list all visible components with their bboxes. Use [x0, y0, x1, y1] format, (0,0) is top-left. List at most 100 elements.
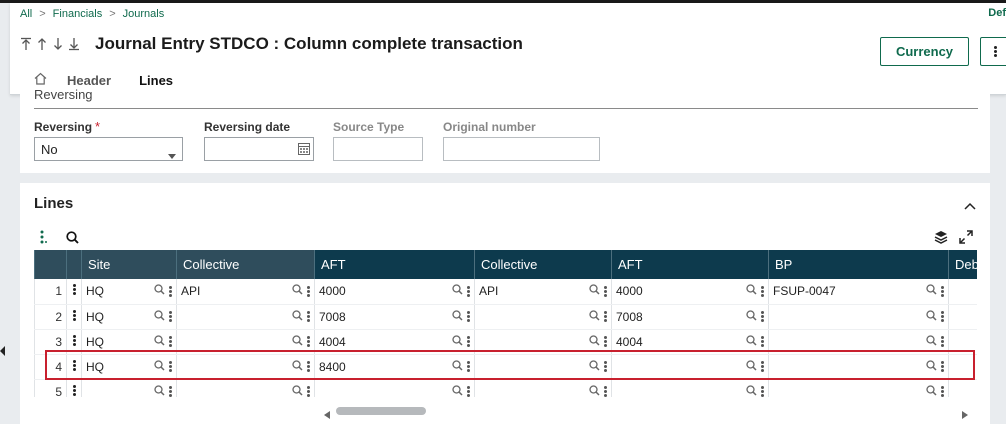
cell-collective[interactable] — [474, 354, 612, 380]
kebab-menu-icon[interactable] — [761, 310, 764, 323]
cell-debit[interactable] — [948, 304, 977, 330]
reversing-date-input[interactable] — [204, 137, 314, 161]
expand-icon[interactable] — [959, 230, 973, 247]
search-icon[interactable] — [746, 334, 757, 349]
scrollbar-thumb[interactable] — [336, 407, 426, 415]
search-icon[interactable] — [452, 334, 463, 349]
kebab-menu-icon[interactable] — [467, 335, 470, 348]
cell-aft[interactable] — [611, 379, 769, 398]
cell-aft[interactable] — [314, 379, 475, 397]
cell-debit[interactable] — [948, 354, 977, 380]
search-icon[interactable] — [452, 309, 463, 324]
source-type-input[interactable] — [333, 137, 423, 161]
row-menu-button[interactable] — [66, 329, 82, 355]
search-icon[interactable] — [292, 384, 303, 398]
row-menu-button[interactable] — [66, 304, 82, 330]
search-icon[interactable] — [589, 284, 600, 298]
cell-aft[interactable]: 8400 — [314, 354, 475, 380]
column-header-site[interactable]: Site — [81, 250, 177, 279]
kebab-menu-icon[interactable] — [467, 385, 470, 397]
cell-aft[interactable]: 4000 — [611, 279, 769, 305]
search-icon[interactable] — [589, 384, 600, 398]
search-icon[interactable] — [452, 359, 463, 374]
cell-collective[interactable] — [176, 379, 315, 398]
kebab-menu-icon[interactable] — [307, 360, 310, 373]
kebab-menu-icon[interactable] — [761, 360, 764, 373]
kebab-menu-icon[interactable] — [307, 285, 310, 298]
cell-collective[interactable] — [176, 304, 315, 330]
scroll-left-icon[interactable] — [324, 407, 330, 422]
cell-site[interactable] — [81, 379, 177, 398]
original-number-input[interactable] — [443, 137, 600, 161]
cell-bp[interactable]: FSUP-0047 — [768, 279, 949, 305]
cell-collective[interactable]: API — [474, 279, 612, 305]
last-icon[interactable] — [68, 37, 80, 51]
cell-debit[interactable] — [948, 329, 977, 355]
search-icon[interactable] — [154, 284, 165, 298]
cell-collective[interactable] — [176, 354, 315, 380]
row-menu-button[interactable] — [66, 279, 82, 305]
search-icon[interactable] — [154, 334, 165, 349]
kebab-menu-icon[interactable] — [467, 360, 470, 373]
cell-aft[interactable]: 4004 — [611, 329, 769, 355]
kebab-menu-icon[interactable] — [761, 335, 764, 348]
kebab-menu-icon[interactable] — [169, 360, 172, 373]
kebab-menu-icon[interactable] — [941, 285, 944, 298]
search-icon[interactable] — [926, 334, 937, 349]
cell-site[interactable]: HQ — [81, 304, 177, 330]
kebab-menu-icon[interactable] — [169, 310, 172, 323]
table-row[interactable]: 5 — [34, 379, 977, 398]
panel-toggle-icon[interactable] — [0, 344, 5, 359]
scroll-right-icon[interactable] — [962, 407, 968, 422]
cell-bp[interactable] — [768, 329, 949, 355]
calendar-icon[interactable] — [298, 142, 310, 158]
search-icon[interactable] — [746, 384, 757, 398]
horizontal-scrollbar[interactable] — [324, 405, 974, 419]
cell-site[interactable]: HQ — [81, 329, 177, 355]
cell-aft[interactable]: 7008 — [314, 304, 475, 330]
kebab-menu-icon[interactable] — [307, 310, 310, 323]
grid-actions-menu[interactable] — [40, 230, 48, 247]
search-icon[interactable] — [746, 284, 757, 298]
kebab-menu-icon[interactable] — [604, 335, 607, 348]
kebab-menu-icon[interactable] — [169, 385, 172, 397]
kebab-menu-icon[interactable] — [604, 360, 607, 373]
cell-collective[interactable]: API — [176, 279, 315, 305]
home-icon[interactable] — [34, 72, 47, 88]
kebab-menu-icon[interactable] — [307, 385, 310, 397]
kebab-menu-icon[interactable] — [941, 385, 944, 397]
kebab-menu-icon[interactable] — [169, 285, 172, 298]
more-actions-button[interactable] — [980, 37, 1006, 66]
cell-collective[interactable] — [474, 329, 612, 355]
tab-header[interactable]: Header — [67, 73, 111, 88]
next-icon[interactable] — [52, 37, 64, 51]
kebab-menu-icon[interactable] — [761, 285, 764, 298]
search-icon[interactable] — [746, 309, 757, 324]
search-icon[interactable] — [292, 309, 303, 324]
cell-bp[interactable] — [768, 354, 949, 380]
table-row[interactable]: 4 HQ 8400 — [34, 354, 977, 380]
row-menu-button[interactable] — [66, 354, 82, 380]
cell-aft[interactable]: 4004 — [314, 329, 475, 355]
cell-bp[interactable] — [768, 304, 949, 330]
cell-collective[interactable] — [474, 304, 612, 330]
search-icon[interactable] — [926, 359, 937, 374]
breadcrumb-all[interactable]: All — [20, 8, 32, 20]
search-icon[interactable] — [66, 231, 79, 247]
cell-aft[interactable]: 4000 — [314, 279, 475, 305]
search-icon[interactable] — [926, 309, 937, 324]
column-header-bp[interactable]: BP — [768, 250, 949, 279]
cell-debit[interactable] — [948, 279, 977, 305]
kebab-menu-icon[interactable] — [169, 335, 172, 348]
cell-site[interactable]: HQ — [81, 279, 177, 305]
cell-aft[interactable] — [611, 354, 769, 380]
reversing-select[interactable]: No — [34, 137, 183, 161]
first-icon[interactable] — [20, 37, 32, 51]
kebab-menu-icon[interactable] — [604, 310, 607, 323]
search-icon[interactable] — [292, 334, 303, 349]
search-icon[interactable] — [589, 334, 600, 349]
search-icon[interactable] — [589, 309, 600, 324]
search-icon[interactable] — [154, 384, 165, 398]
cell-collective[interactable] — [176, 329, 315, 355]
tab-lines[interactable]: Lines — [139, 73, 173, 100]
